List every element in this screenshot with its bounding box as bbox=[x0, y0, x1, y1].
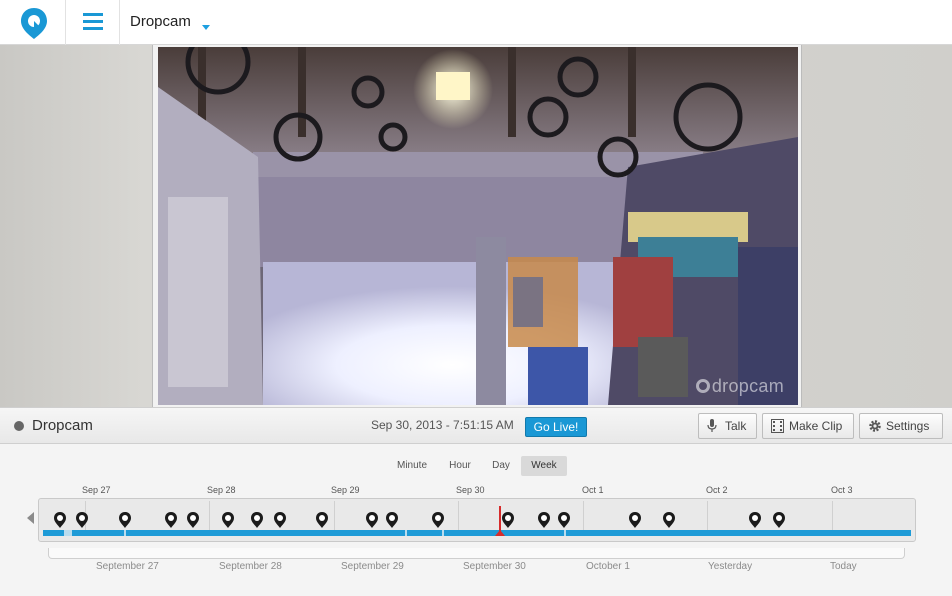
timeline-date-label: Sep 28 bbox=[207, 485, 236, 495]
event-marker-icon[interactable] bbox=[221, 511, 235, 529]
video-frame: dropcam bbox=[152, 45, 802, 407]
talk-button[interactable]: Talk bbox=[698, 413, 757, 439]
make-clip-button[interactable]: Make Clip bbox=[762, 413, 854, 439]
go-live-button[interactable]: Go Live! bbox=[525, 417, 587, 437]
event-marker-icon[interactable] bbox=[164, 511, 178, 529]
event-marker-icon[interactable] bbox=[250, 511, 264, 529]
timeline-date-label: Sep 29 bbox=[331, 485, 360, 495]
logo-button[interactable] bbox=[0, 0, 66, 45]
timeline-track-container[interactable] bbox=[38, 498, 916, 542]
event-marker-icon[interactable] bbox=[75, 511, 89, 529]
event-marker-icon[interactable] bbox=[186, 511, 200, 529]
dropcam-app: Dropcam dropcam Dropcam Sep 30, 2013 - 7… bbox=[0, 0, 952, 596]
zoom-hour[interactable]: Hour bbox=[444, 456, 476, 476]
status-bar: Dropcam Sep 30, 2013 - 7:51:15 AM Go Liv… bbox=[0, 407, 952, 444]
hamburger-menu-icon bbox=[83, 13, 103, 30]
timeline-day-link[interactable]: September 28 bbox=[219, 561, 282, 572]
event-marker-icon[interactable] bbox=[537, 511, 551, 529]
camera-selector[interactable]: Dropcam bbox=[130, 13, 191, 30]
timeline-scrubber[interactable] bbox=[48, 548, 905, 559]
event-marker-icon[interactable] bbox=[501, 511, 515, 529]
recording-gap bbox=[564, 530, 566, 536]
menu-button[interactable] bbox=[66, 0, 120, 45]
timeline-section: Minute Hour Day Week Sep 27 Sep 28 Sep 2… bbox=[0, 444, 952, 596]
recording-gap bbox=[124, 530, 126, 536]
camera-status-indicator bbox=[14, 421, 24, 431]
video-area: dropcam bbox=[0, 45, 952, 407]
day-divider bbox=[334, 501, 335, 531]
playhead-triangle-icon[interactable] bbox=[495, 530, 505, 536]
garage-scene-image bbox=[158, 47, 798, 405]
location-pin-logo-icon bbox=[21, 8, 47, 39]
make-clip-button-label: Make Clip bbox=[789, 419, 843, 433]
current-timestamp: Sep 30, 2013 - 7:51:15 AM bbox=[371, 418, 514, 432]
event-marker-icon[interactable] bbox=[431, 511, 445, 529]
day-divider bbox=[707, 501, 708, 531]
camera-feed[interactable]: dropcam bbox=[158, 47, 798, 405]
settings-button-label: Settings bbox=[886, 419, 930, 433]
watermark-logo-icon bbox=[695, 379, 710, 393]
event-marker-icon[interactable] bbox=[748, 511, 762, 529]
day-divider bbox=[832, 501, 833, 531]
recording-gap bbox=[405, 530, 407, 536]
event-marker-icon[interactable] bbox=[385, 511, 399, 529]
timeline-date-label: Oct 2 bbox=[706, 485, 728, 495]
event-marker-icon[interactable] bbox=[628, 511, 642, 529]
talk-button-label: Talk bbox=[725, 419, 747, 433]
zoom-minute[interactable]: Minute bbox=[392, 456, 432, 476]
timeline-date-label: Oct 1 bbox=[582, 485, 604, 495]
event-marker-icon[interactable] bbox=[557, 511, 571, 529]
event-marker-icon[interactable] bbox=[662, 511, 676, 529]
day-divider bbox=[583, 501, 584, 531]
microphone-icon bbox=[707, 419, 717, 432]
timeline-day-link[interactable]: Today bbox=[830, 561, 857, 572]
zoom-day[interactable]: Day bbox=[488, 456, 514, 476]
recording-gap bbox=[442, 530, 444, 536]
recording-gap bbox=[64, 530, 72, 536]
timeline-date-label: Sep 27 bbox=[82, 485, 111, 495]
timeline-back-arrow-icon[interactable] bbox=[27, 512, 34, 524]
day-divider bbox=[458, 501, 459, 531]
event-marker-icon[interactable] bbox=[118, 511, 132, 529]
timeline-day-link[interactable]: Yesterday bbox=[708, 561, 752, 572]
recording-track bbox=[43, 530, 911, 536]
event-marker-icon[interactable] bbox=[772, 511, 786, 529]
timeline-day-link[interactable]: October 1 bbox=[586, 561, 630, 572]
camera-name: Dropcam bbox=[32, 417, 93, 434]
timeline-date-label: Oct 3 bbox=[831, 485, 853, 495]
timeline-day-link[interactable]: September 27 bbox=[96, 561, 159, 572]
event-marker-icon[interactable] bbox=[365, 511, 379, 529]
top-bar: Dropcam bbox=[0, 0, 952, 45]
day-divider bbox=[209, 501, 210, 531]
event-marker-icon[interactable] bbox=[53, 511, 67, 529]
dropcam-watermark: dropcam bbox=[695, 376, 784, 397]
gear-icon bbox=[869, 420, 881, 432]
settings-button[interactable]: Settings bbox=[859, 413, 943, 439]
timeline-date-label: Sep 30 bbox=[456, 485, 485, 495]
zoom-week[interactable]: Week bbox=[521, 456, 567, 476]
film-clip-icon bbox=[771, 419, 784, 433]
timeline-day-link[interactable]: September 29 bbox=[341, 561, 404, 572]
event-marker-icon[interactable] bbox=[315, 511, 329, 529]
timeline-day-link[interactable]: September 30 bbox=[463, 561, 526, 572]
event-marker-icon[interactable] bbox=[273, 511, 287, 529]
chevron-down-icon[interactable] bbox=[202, 25, 210, 30]
